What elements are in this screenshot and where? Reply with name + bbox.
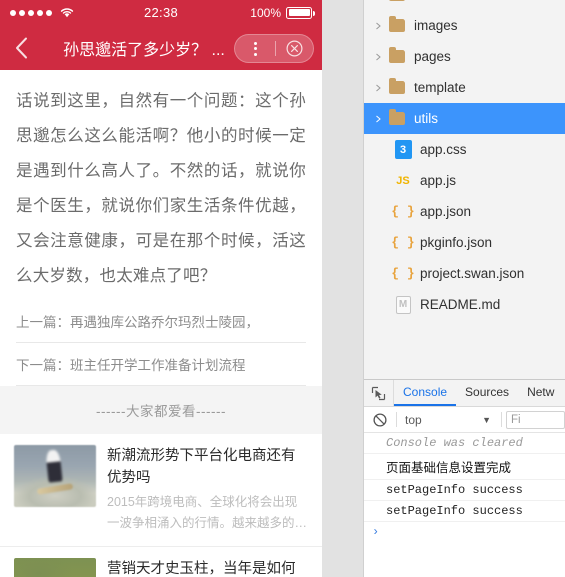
folder-icon bbox=[386, 16, 408, 32]
list-item-text: 营销天才史玉柱，当年是如何把脑白金做火的？ bbox=[107, 558, 308, 577]
folder-icon bbox=[386, 0, 408, 1]
markdown-file-icon: M bbox=[392, 295, 414, 314]
back-button[interactable] bbox=[0, 25, 42, 70]
tree-item-app-json[interactable]: { } app.json bbox=[364, 196, 565, 227]
chevron-right-icon[interactable] bbox=[370, 115, 386, 123]
console-message: setPageInfo success bbox=[364, 501, 565, 522]
console-filter-input[interactable]: Fi bbox=[506, 410, 565, 429]
chevron-left-icon bbox=[15, 37, 28, 59]
ide-panel: bdrarse images pages bbox=[363, 0, 565, 577]
article-thumbnail bbox=[14, 558, 96, 577]
css-file-icon: 3 bbox=[392, 140, 414, 159]
phone-nav-bar: 孙思邈活了多少岁？ ... bbox=[0, 25, 322, 70]
tree-item-label: images bbox=[414, 18, 458, 33]
tree-item-images[interactable]: images bbox=[364, 10, 565, 41]
console-message: setPageInfo success bbox=[364, 480, 565, 501]
battery-icon bbox=[286, 6, 315, 19]
js-file-icon: JS bbox=[396, 174, 410, 187]
tree-item-utils[interactable]: utils bbox=[364, 103, 565, 134]
article-thumbnail bbox=[14, 445, 96, 507]
devtools-tab-bar: Console Sources Netw bbox=[364, 380, 565, 407]
console-context-label: top bbox=[405, 412, 422, 427]
tab-sources[interactable]: Sources bbox=[456, 380, 518, 406]
article-body: 话说到这里，自然有一个问题：这个孙思邈怎么这么能活啊？他小的时候一定是遇到什么高… bbox=[0, 70, 322, 300]
console-prompt[interactable]: › bbox=[364, 522, 565, 542]
inspect-element-icon[interactable] bbox=[364, 380, 394, 406]
folder-icon bbox=[386, 47, 408, 63]
json-file-icon: { } bbox=[391, 235, 415, 250]
article-paragraph: 话说到这里，自然有一个问题：这个孙思邈怎么这么能活啊？他小的时候一定是遇到什么高… bbox=[16, 92, 306, 285]
tree-item-label: app.json bbox=[420, 204, 472, 219]
list-item[interactable]: 营销天才史玉柱，当年是如何把脑白金做火的？ bbox=[0, 547, 322, 577]
recommended-list: 新潮流形势下平台化电商还有优势吗 2015年跨境电商、全球化将会出现一波争相涌入… bbox=[0, 434, 322, 577]
clear-console-icon[interactable] bbox=[368, 412, 392, 427]
close-circle-icon[interactable] bbox=[276, 40, 313, 57]
devtools-filter-bar: top ▼ Fi bbox=[364, 407, 565, 433]
chevron-right-icon[interactable] bbox=[370, 84, 386, 92]
phone-viewport: 22:38 100% 孙思邈活了多少岁？ ... 话说到这里，自然有一个问题：这… bbox=[0, 0, 322, 577]
tree-item-label: pages bbox=[414, 49, 451, 64]
phone-status-bar: 22:38 100% bbox=[0, 0, 322, 25]
page-title: 孙思邈活了多少岁？ ... bbox=[63, 41, 225, 59]
tree-item-label: utils bbox=[414, 111, 439, 126]
tree-item-pages[interactable]: pages bbox=[364, 41, 565, 72]
page-scroll-area[interactable]: 话说到这里，自然有一个问题：这个孙思邈怎么这么能活啊？他小的时候一定是遇到什么高… bbox=[0, 70, 322, 577]
console-context-selector[interactable]: top ▼ bbox=[401, 413, 497, 427]
json-file-icon: { } bbox=[391, 204, 415, 219]
tree-item-bdrarse[interactable]: bdrarse bbox=[364, 0, 565, 10]
status-clock: 22:38 bbox=[143, 5, 179, 20]
tab-network[interactable]: Netw bbox=[518, 380, 563, 406]
tree-item-label: project.swan.json bbox=[420, 266, 525, 281]
chevron-right-icon[interactable] bbox=[370, 53, 386, 61]
tree-item-label: app.js bbox=[420, 173, 457, 188]
tree-item-label: bdrarse bbox=[414, 0, 460, 2]
list-item-text: 新潮流形势下平台化电商还有优势吗 2015年跨境电商、全球化将会出现一波争相涌入… bbox=[107, 445, 308, 534]
article-nav-links: 上一篇：再遇独库公路乔尔玛烈士陵园， 下一篇：班主任开学工作准备计划流程 bbox=[0, 300, 322, 386]
screen-root: 22:38 100% 孙思邈活了多少岁？ ... 话说到这里，自然有一个问题：这… bbox=[0, 0, 565, 577]
console-output[interactable]: Console was cleared 页面基础信息设置完成 setPageIn… bbox=[364, 433, 565, 577]
toolbar-divider bbox=[396, 412, 397, 427]
tree-item-app-css[interactable]: 3 app.css bbox=[364, 134, 565, 165]
tree-item-label: README.md bbox=[420, 297, 501, 312]
console-message: Console was cleared bbox=[364, 433, 565, 454]
tree-item-label: pkginfo.json bbox=[420, 235, 493, 250]
console-message: 页面基础信息设置完成 bbox=[364, 454, 565, 480]
toolbar-divider bbox=[501, 412, 502, 427]
devtools-panel: Console Sources Netw top ▼ Fi Console wa… bbox=[364, 379, 565, 577]
recommended-section-header: ------大家都爱看------ bbox=[0, 386, 322, 434]
folder-icon bbox=[386, 78, 408, 94]
tab-console[interactable]: Console bbox=[394, 380, 457, 406]
more-vertical-icon[interactable] bbox=[235, 41, 275, 56]
file-tree[interactable]: bdrarse images pages bbox=[364, 0, 565, 379]
simulator-backdrop: 22:38 100% 孙思邈活了多少岁？ ... 话说到这里，自然有一个问题：这… bbox=[0, 0, 363, 577]
tree-item-label: template bbox=[414, 80, 466, 95]
tree-item-project-swan-json[interactable]: { } project.swan.json bbox=[364, 258, 565, 289]
tree-item-readme-md[interactable]: M README.md bbox=[364, 289, 565, 320]
next-article-link[interactable]: 下一篇：班主任开学工作准备计划流程 bbox=[16, 343, 306, 386]
list-item-title: 新潮流形势下平台化电商还有优势吗 bbox=[107, 448, 296, 486]
list-item[interactable]: 新潮流形势下平台化电商还有优势吗 2015年跨境电商、全球化将会出现一波争相涌入… bbox=[0, 434, 322, 547]
tree-item-label: app.css bbox=[420, 142, 467, 157]
chevron-down-icon: ▼ bbox=[482, 414, 491, 425]
tree-item-app-js[interactable]: JS app.js bbox=[364, 165, 565, 196]
capsule-menu[interactable] bbox=[234, 34, 314, 63]
tree-item-pkginfo-json[interactable]: { } pkginfo.json bbox=[364, 227, 565, 258]
prev-article-link[interactable]: 上一篇：再遇独库公路乔尔玛烈士陵园， bbox=[16, 300, 306, 343]
json-file-icon: { } bbox=[391, 266, 415, 281]
list-item-description: 2015年跨境电商、全球化将会出现一波争相涌入的行情。越来越多的在物流、支付各.… bbox=[107, 495, 308, 530]
folder-icon bbox=[386, 109, 408, 125]
chevron-right-icon[interactable] bbox=[370, 22, 386, 30]
tree-item-template[interactable]: template bbox=[364, 72, 565, 103]
list-item-title: 营销天才史玉柱，当年是如何把脑白金做火的？ bbox=[107, 561, 296, 577]
